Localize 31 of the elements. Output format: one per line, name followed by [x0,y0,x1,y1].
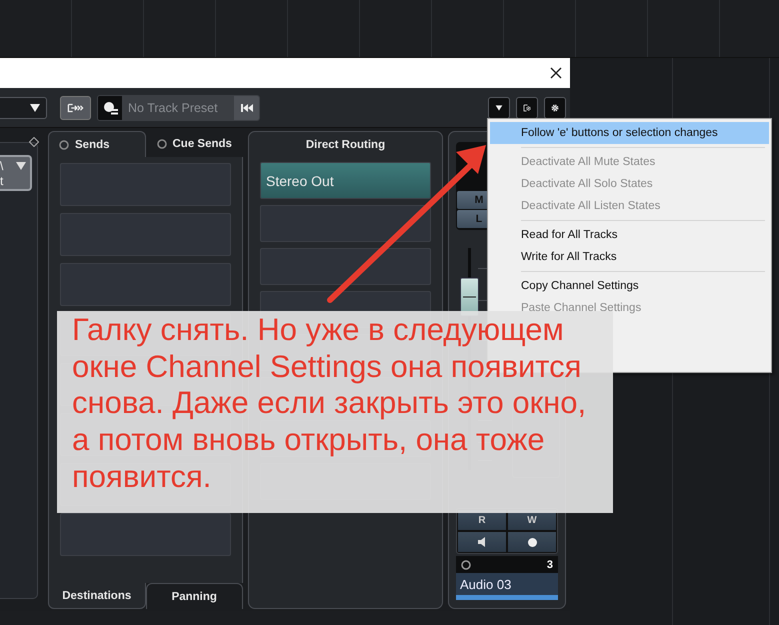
window-settings-button[interactable] [516,96,538,118]
dropdown-text: \ [0,159,4,174]
diamond-icon [29,137,39,147]
speaker-icon [478,537,486,547]
routing-slot[interactable]: Stereo Out [260,162,431,199]
tab[interactable]: Sends [48,131,146,157]
caret-icon [15,160,27,172]
tab[interactable]: Destinations [48,583,146,609]
record-button[interactable] [508,532,556,552]
channel-number: 3 [546,558,553,570]
dropdown-text: t [0,174,4,189]
circle-icon [156,139,166,149]
circle-icon [461,560,471,570]
panel-title: Direct Routing [304,138,386,153]
track-dropdown[interactable] [0,96,47,118]
menu-item[interactable]: Copy Channel Settings [490,275,769,297]
close-icon[interactable] [550,67,562,79]
routing-button[interactable] [60,96,91,120]
caret-icon [29,102,41,114]
circle-icon [59,140,69,150]
annotation-text: Галку снять. Но уже в следующем окне Channel Settings она появится снова. Даже если закрыть это окно, а потом вновь открыть, она тоже появится. [72,312,588,496]
tab[interactable]: Cue Sends [146,131,243,157]
record-dot-icon [528,538,536,546]
monitor-button[interactable] [458,532,506,552]
tab[interactable]: Panning [146,583,243,609]
menu-item[interactable]: Write for All Tracks [490,246,769,268]
settings-button[interactable] [544,96,566,118]
menu-item[interactable]: Follow 'e' buttons or selection changes [490,122,769,144]
panel-dropdown[interactable]: \ t [0,155,32,191]
channel-name: Audio 03 [456,573,558,595]
dropdown-button[interactable] [488,96,510,118]
